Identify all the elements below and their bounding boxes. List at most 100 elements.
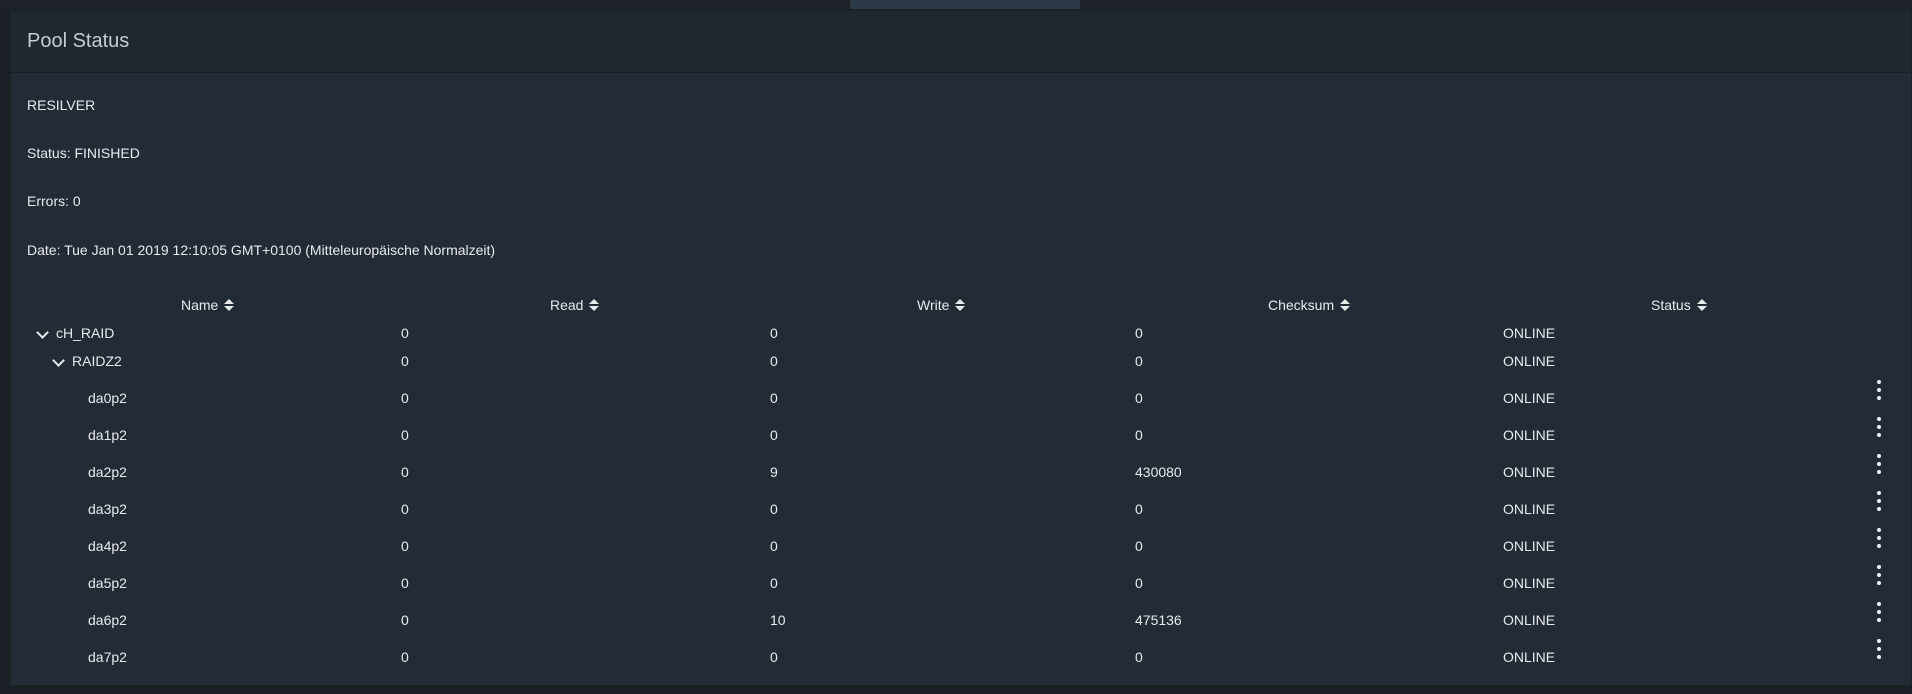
kebab-dot — [1877, 528, 1881, 532]
read-cell: 0 — [401, 427, 409, 443]
kebab-dot — [1877, 396, 1881, 400]
column-header-label: Write — [917, 297, 950, 313]
scan-date: Date: Tue Jan 01 2019 12:10:05 GMT+0100 … — [27, 242, 496, 258]
device-name: da7p2 — [88, 649, 127, 665]
scan-status: Status: FINISHED — [27, 145, 140, 161]
column-header-read[interactable]: Read — [550, 297, 600, 313]
read-cell: 0 — [401, 538, 409, 554]
checksum-cell: 430080 — [1135, 464, 1182, 480]
column-header-name[interactable]: Name — [181, 297, 235, 313]
kebab-dot — [1877, 388, 1881, 392]
more-vertical-icon[interactable] — [1875, 380, 1883, 400]
more-vertical-icon[interactable] — [1875, 454, 1883, 474]
read-cell: 0 — [401, 325, 409, 341]
device-name: RAIDZ2 — [72, 353, 122, 369]
write-cell: 0 — [770, 501, 778, 517]
device-name: da0p2 — [88, 390, 127, 406]
status-cell: ONLINE — [1503, 501, 1556, 517]
table-header: Name Read Write Checksum Status — [11, 297, 1911, 319]
read-cell: 0 — [401, 501, 409, 517]
kebab-dot — [1877, 647, 1881, 651]
write-cell: 0 — [770, 390, 778, 406]
sort-icon[interactable] — [224, 298, 235, 312]
sort-icon[interactable] — [1696, 298, 1707, 312]
column-header-write[interactable]: Write — [917, 297, 966, 313]
top-bar — [0, 0, 1912, 11]
more-vertical-icon[interactable] — [1875, 417, 1883, 437]
status-cell: ONLINE — [1503, 325, 1556, 341]
kebab-dot — [1877, 454, 1881, 458]
checksum-cell: 0 — [1135, 353, 1143, 369]
kebab-dot — [1877, 380, 1881, 384]
write-cell: 0 — [770, 575, 778, 591]
kebab-dot — [1877, 536, 1881, 540]
read-cell: 0 — [401, 649, 409, 665]
kebab-dot — [1877, 573, 1881, 577]
kebab-dot — [1877, 602, 1881, 606]
device-name: da1p2 — [88, 427, 127, 443]
card-header: Pool Status — [11, 11, 1911, 73]
device-name: cH_RAID — [56, 325, 115, 341]
write-cell: 0 — [770, 427, 778, 443]
status-cell: ONLINE — [1503, 390, 1556, 406]
checksum-cell: 0 — [1135, 427, 1143, 443]
checksum-cell: 475136 — [1135, 612, 1182, 628]
column-header-status[interactable]: Status — [1651, 297, 1707, 313]
device-name: da6p2 — [88, 612, 127, 628]
chevron-down-icon[interactable] — [52, 354, 65, 367]
checksum-cell: 0 — [1135, 390, 1143, 406]
checksum-cell: 0 — [1135, 501, 1143, 517]
kebab-dot — [1877, 470, 1881, 474]
kebab-dot — [1877, 565, 1881, 569]
column-header-label: Status — [1651, 297, 1691, 313]
checksum-cell: 0 — [1135, 538, 1143, 554]
status-cell: ONLINE — [1503, 353, 1556, 369]
read-cell: 0 — [401, 612, 409, 628]
read-cell: 0 — [401, 575, 409, 591]
kebab-dot — [1877, 610, 1881, 614]
more-vertical-icon[interactable] — [1875, 565, 1883, 585]
more-vertical-icon[interactable] — [1875, 528, 1883, 548]
column-header-label: Checksum — [1268, 297, 1335, 313]
write-cell: 0 — [770, 538, 778, 554]
kebab-dot — [1877, 639, 1881, 643]
device-name: da5p2 — [88, 575, 127, 591]
write-cell: 0 — [770, 325, 778, 341]
status-cell: ONLINE — [1503, 612, 1556, 628]
checksum-cell: 0 — [1135, 575, 1143, 591]
kebab-dot — [1877, 618, 1881, 622]
chevron-down-icon[interactable] — [36, 326, 49, 339]
device-name: da2p2 — [88, 464, 127, 480]
write-cell: 0 — [770, 353, 778, 369]
device-name: da3p2 — [88, 501, 127, 517]
kebab-dot — [1877, 425, 1881, 429]
read-cell: 0 — [401, 390, 409, 406]
kebab-dot — [1877, 491, 1881, 495]
column-header-label: Read — [550, 297, 584, 313]
status-cell: ONLINE — [1503, 575, 1556, 591]
sort-icon[interactable] — [1340, 298, 1351, 312]
checksum-cell: 0 — [1135, 649, 1143, 665]
kebab-dot — [1877, 433, 1881, 437]
read-cell: 0 — [401, 464, 409, 480]
more-vertical-icon[interactable] — [1875, 491, 1883, 511]
sort-icon[interactable] — [955, 298, 966, 312]
kebab-dot — [1877, 655, 1881, 659]
top-tab[interactable] — [850, 0, 1080, 9]
more-vertical-icon[interactable] — [1875, 602, 1883, 622]
column-header-checksum[interactable]: Checksum — [1268, 297, 1351, 313]
read-cell: 0 — [401, 353, 409, 369]
kebab-dot — [1877, 417, 1881, 421]
status-cell: ONLINE — [1503, 649, 1556, 665]
status-cell: ONLINE — [1503, 427, 1556, 443]
more-vertical-icon[interactable] — [1875, 639, 1883, 659]
kebab-dot — [1877, 544, 1881, 548]
kebab-dot — [1877, 581, 1881, 585]
write-cell: 10 — [770, 612, 786, 628]
kebab-dot — [1877, 499, 1881, 503]
scan-errors: Errors: 0 — [27, 193, 81, 209]
pool-status-card: Pool Status RESILVER Status: FINISHED Er… — [11, 11, 1911, 685]
sort-icon[interactable] — [589, 298, 600, 312]
kebab-dot — [1877, 507, 1881, 511]
status-cell: ONLINE — [1503, 538, 1556, 554]
